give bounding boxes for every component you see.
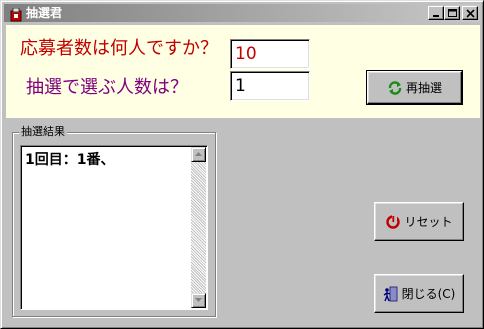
arrow-down-icon [195,298,202,302]
window-title: 抽選君 [26,6,63,20]
winners-count-input[interactable] [230,71,310,101]
reset-button-label: リセット [404,215,453,229]
results-group-title: 抽選結果 [19,125,67,139]
app-icon [10,7,22,22]
applicants-count-input[interactable] [230,39,310,69]
results-list[interactable]: 1回目：1番、 [20,145,208,310]
reset-icon [385,213,401,230]
redraw-button-label: 再抽選 [405,81,442,95]
scroll-up-button[interactable] [191,147,206,162]
winners-label: 抽選で選ぶ人数は？ [26,77,188,98]
results-group: 抽選結果 1回目：1番、 [12,125,216,317]
maximize-icon [448,9,457,17]
redraw-button[interactable]: 再抽選 [366,70,463,105]
minimize-icon [433,15,439,17]
refresh-icon [387,80,403,96]
close-window-button[interactable] [462,6,478,20]
results-text: 1回目：1番、 [25,152,115,168]
question-panel: 応募者数は何人ですか？ 抽選で選ぶ人数は？ 再抽選 [6,25,480,118]
app-window: 抽選君 応募者数は何人ですか？ 抽選で選ぶ人数は？ [0,0,484,329]
reset-button[interactable]: リセット [374,202,464,241]
title-bar[interactable]: 抽選君 [4,4,480,22]
scroll-down-button[interactable] [191,293,206,308]
close-button-label: 閉じる(C) [401,287,456,301]
arrow-up-icon [195,152,202,156]
minimize-button[interactable] [428,6,444,20]
maximize-button[interactable] [444,6,460,20]
close-button[interactable]: 閉じる(C) [374,274,464,313]
results-scrollbar[interactable] [191,147,206,308]
close-icon [466,9,475,18]
applicants-label: 応募者数は何人ですか？ [20,38,218,59]
exit-door-icon [383,286,399,302]
